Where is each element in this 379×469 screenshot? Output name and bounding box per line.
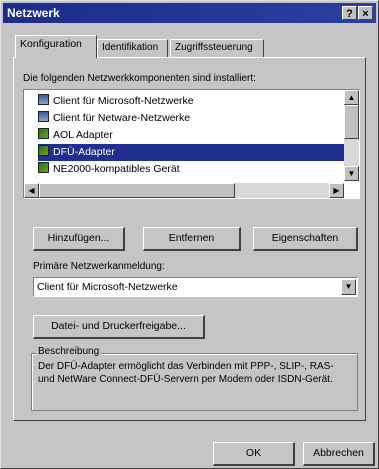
list-item-label: Client für Netware-Netzwerke <box>53 112 191 124</box>
list-item[interactable]: NE2000-kompatibles Gerät <box>38 161 184 178</box>
scroll-up-icon[interactable]: ▲ <box>344 90 359 105</box>
list-item-label: DFÜ-Adapter <box>53 146 115 158</box>
list-item[interactable]: Client für Netware-Netzwerke <box>38 110 194 127</box>
primary-logon-value: Client für Microsoft-Netzwerke <box>37 281 178 293</box>
components-caption: Die folgenden Netzwerkkomponenten sind i… <box>23 73 256 84</box>
list-item-label: NE2000-kompatibles Gerät <box>53 163 180 175</box>
primary-logon-label: Primäre Netzwerkanmeldung: <box>33 261 165 272</box>
scroll-left-icon[interactable]: ◀ <box>24 183 39 198</box>
description-text: Der DFÜ-Adapter ermöglicht das Verbinden… <box>38 361 334 385</box>
network-adapter-icon <box>38 145 49 156</box>
tab-identifikation[interactable]: Identifikation <box>97 39 168 57</box>
cancel-button[interactable]: Abbrechen <box>303 442 375 466</box>
description-legend: Beschreibung <box>36 346 102 357</box>
primary-logon-select[interactable]: Client für Microsoft-Netzwerke ▼ <box>33 277 358 297</box>
list-item[interactable]: Client für Microsoft-Netzwerke <box>38 93 198 110</box>
scroll-right-icon[interactable]: ▶ <box>329 183 344 198</box>
client-icon <box>38 111 49 122</box>
close-button[interactable]: × <box>358 6 373 20</box>
vertical-scrollbar[interactable]: ▲ ▼ <box>344 90 359 181</box>
network-adapter-icon <box>38 128 49 139</box>
window-title: Netzwerk <box>7 6 60 20</box>
list-item-selected[interactable]: DFÜ-Adapter <box>38 144 348 161</box>
title-bar[interactable]: Netzwerk ? × <box>3 3 376 23</box>
ok-button[interactable]: OK <box>213 442 295 466</box>
tab-konfiguration[interactable]: Konfiguration <box>15 35 97 58</box>
help-button[interactable]: ? <box>342 6 357 20</box>
network-adapter-icon <box>38 162 49 173</box>
list-item[interactable]: AOL Adapter <box>38 127 117 144</box>
scroll-thumb[interactable] <box>344 105 359 139</box>
tab-zugriffssteuerung[interactable]: Zugriffssteuerung <box>170 39 264 57</box>
remove-button[interactable]: Entfernen <box>143 227 241 251</box>
chevron-down-icon[interactable]: ▼ <box>341 279 356 295</box>
scroll-down-icon[interactable]: ▼ <box>344 166 359 181</box>
description-group: Beschreibung Der DFÜ-Adapter ermöglicht … <box>31 346 358 411</box>
horizontal-scrollbar[interactable]: ◀ ▶ <box>24 183 344 198</box>
scroll-thumb[interactable] <box>39 183 235 198</box>
client-icon <box>38 94 49 105</box>
network-dialog: Netzwerk ? × Konfiguration Identifikatio… <box>0 0 379 469</box>
list-item-label: AOL Adapter <box>53 129 113 141</box>
properties-button[interactable]: Eigenschaften <box>253 227 358 251</box>
components-list[interactable]: Client für Microsoft-Netzwerke Client fü… <box>23 89 360 199</box>
file-printer-sharing-button[interactable]: Datei- und Druckerfreigabe... <box>33 315 205 339</box>
add-button[interactable]: Hinzufügen... <box>33 227 125 251</box>
list-item-label: Client für Microsoft-Netzwerke <box>53 95 194 107</box>
